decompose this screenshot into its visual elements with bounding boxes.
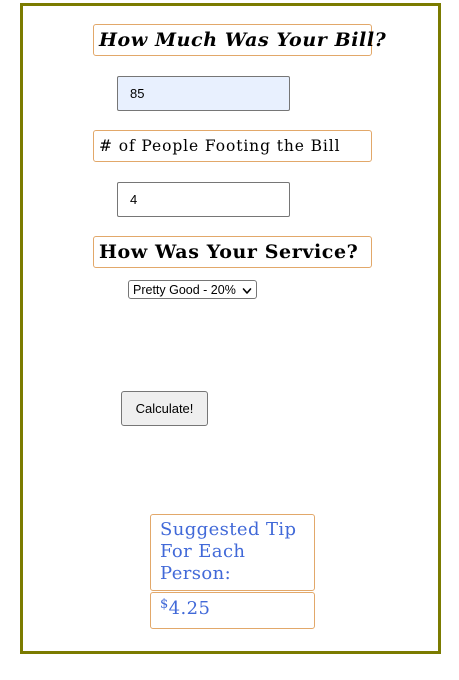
tip-calculator-panel: How Much Was Your Bill? # of People Foot… xyxy=(20,3,441,654)
people-count-input[interactable] xyxy=(117,182,290,217)
calculate-button[interactable]: Calculate! xyxy=(121,391,208,426)
chevron-down-icon xyxy=(242,285,252,295)
service-quality-label: How Was Your Service? xyxy=(93,236,372,268)
bill-amount-label: How Much Was Your Bill? xyxy=(93,24,386,56)
people-count-label: # of People Footing the Bill xyxy=(93,130,372,162)
bill-amount-input[interactable] xyxy=(117,76,290,111)
tip-per-person-value: $4.25 xyxy=(150,592,315,629)
currency-symbol: $ xyxy=(160,597,169,612)
tip-amount: 4.25 xyxy=(168,598,211,619)
service-quality-selected-value: Pretty Good - 20% xyxy=(133,282,236,297)
suggested-tip-label: Suggested Tip For Each Person: xyxy=(150,514,315,591)
service-quality-select[interactable]: Pretty Good - 20% xyxy=(128,280,257,299)
